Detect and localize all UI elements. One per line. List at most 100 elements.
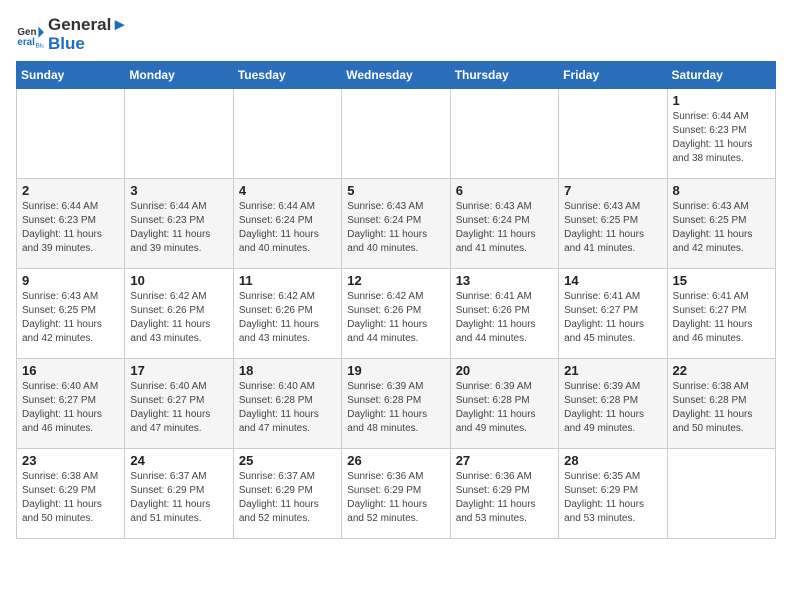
week-row-5: 23 Sunrise: 6:38 AM Sunset: 6:29 PM Dayli…	[17, 449, 776, 539]
day-info: Sunrise: 6:41 AM Sunset: 6:27 PM Dayligh…	[564, 290, 661, 346]
day-number: 15	[673, 273, 770, 288]
day-info: Sunrise: 6:43 AM Sunset: 6:25 PM Dayligh…	[22, 290, 119, 346]
logo-general-text: General►	[48, 16, 128, 35]
calendar-cell	[17, 89, 125, 179]
day-info: Sunrise: 6:42 AM Sunset: 6:26 PM Dayligh…	[239, 290, 336, 346]
day-number: 21	[564, 363, 661, 378]
calendar-cell: 12 Sunrise: 6:42 AM Sunset: 6:26 PM Dayli…	[342, 269, 450, 359]
calendar-cell: 20 Sunrise: 6:39 AM Sunset: 6:28 PM Dayli…	[450, 359, 558, 449]
day-number: 10	[130, 273, 227, 288]
calendar-cell: 8Sunrise: 6:43 AM Sunset: 6:25 PM Daylig…	[667, 179, 775, 269]
day-info: Sunrise: 6:42 AM Sunset: 6:26 PM Dayligh…	[130, 290, 227, 346]
day-number: 12	[347, 273, 444, 288]
calendar-cell: 22 Sunrise: 6:38 AM Sunset: 6:28 PM Dayli…	[667, 359, 775, 449]
svg-text:Blue: Blue	[36, 42, 44, 48]
calendar-cell: 4 Sunrise: 6:44 AM Sunset: 6:24 PM Daylig…	[233, 179, 341, 269]
day-number: 1	[673, 93, 770, 108]
day-number: 9	[22, 273, 119, 288]
day-info: Sunrise: 6:44 AM Sunset: 6:23 PM Dayligh…	[673, 110, 770, 166]
day-info: Sunrise: 6:44 AM Sunset: 6:23 PM Dayligh…	[130, 200, 227, 256]
day-number: 7	[564, 183, 661, 198]
day-number: 22	[673, 363, 770, 378]
calendar-cell: 21 Sunrise: 6:39 AM Sunset: 6:28 PM Dayli…	[559, 359, 667, 449]
day-number: 3	[130, 183, 227, 198]
svg-text:eral: eral	[17, 36, 35, 47]
day-number: 23	[22, 453, 119, 468]
calendar-cell	[450, 89, 558, 179]
day-number: 14	[564, 273, 661, 288]
header-tuesday: Tuesday	[233, 62, 341, 89]
day-number: 11	[239, 273, 336, 288]
day-info: Sunrise: 6:43 AM Sunset: 6:25 PM Dayligh…	[564, 200, 661, 256]
calendar-cell: 16 Sunrise: 6:40 AM Sunset: 6:27 PM Dayli…	[17, 359, 125, 449]
day-info: Sunrise: 6:43 AM Sunset: 6:24 PM Dayligh…	[456, 200, 553, 256]
calendar-cell: 28 Sunrise: 6:35 AM Sunset: 6:29 PM Dayli…	[559, 449, 667, 539]
day-info: Sunrise: 6:37 AM Sunset: 6:29 PM Dayligh…	[239, 470, 336, 526]
day-info: Sunrise: 6:42 AM Sunset: 6:26 PM Dayligh…	[347, 290, 444, 346]
calendar-cell: 17 Sunrise: 6:40 AM Sunset: 6:27 PM Dayli…	[125, 359, 233, 449]
day-info: Sunrise: 6:40 AM Sunset: 6:27 PM Dayligh…	[130, 380, 227, 436]
calendar-cell: 10 Sunrise: 6:42 AM Sunset: 6:26 PM Dayli…	[125, 269, 233, 359]
calendar-cell: 7 Sunrise: 6:43 AM Sunset: 6:25 PM Daylig…	[559, 179, 667, 269]
day-number: 17	[130, 363, 227, 378]
day-number: 16	[22, 363, 119, 378]
page-header: Gen eral Blue General► Blue	[16, 16, 776, 53]
day-number: 28	[564, 453, 661, 468]
day-info: Sunrise: 6:41 AM Sunset: 6:27 PM Dayligh…	[673, 290, 770, 346]
day-number: 5	[347, 183, 444, 198]
day-info: Sunrise: 6:44 AM Sunset: 6:23 PM Dayligh…	[22, 200, 119, 256]
day-info: Sunrise: 6:39 AM Sunset: 6:28 PM Dayligh…	[564, 380, 661, 436]
calendar-cell	[233, 89, 341, 179]
calendar-cell: 6Sunrise: 6:43 AM Sunset: 6:24 PM Daylig…	[450, 179, 558, 269]
calendar-cell: 9 Sunrise: 6:43 AM Sunset: 6:25 PM Daylig…	[17, 269, 125, 359]
week-row-4: 16 Sunrise: 6:40 AM Sunset: 6:27 PM Dayli…	[17, 359, 776, 449]
day-number: 19	[347, 363, 444, 378]
day-number: 8	[673, 183, 770, 198]
day-number: 18	[239, 363, 336, 378]
day-info: Sunrise: 6:43 AM Sunset: 6:24 PM Dayligh…	[347, 200, 444, 256]
day-number: 13	[456, 273, 553, 288]
day-info: Sunrise: 6:38 AM Sunset: 6:29 PM Dayligh…	[22, 470, 119, 526]
logo-blue-text: Blue	[48, 35, 128, 54]
day-number: 2	[22, 183, 119, 198]
calendar-cell: 25 Sunrise: 6:37 AM Sunset: 6:29 PM Dayli…	[233, 449, 341, 539]
day-info: Sunrise: 6:35 AM Sunset: 6:29 PM Dayligh…	[564, 470, 661, 526]
day-info: Sunrise: 6:40 AM Sunset: 6:27 PM Dayligh…	[22, 380, 119, 436]
header-thursday: Thursday	[450, 62, 558, 89]
day-info: Sunrise: 6:39 AM Sunset: 6:28 PM Dayligh…	[347, 380, 444, 436]
calendar-table: SundayMondayTuesdayWednesdayThursdayFrid…	[16, 61, 776, 539]
day-info: Sunrise: 6:41 AM Sunset: 6:26 PM Dayligh…	[456, 290, 553, 346]
calendar-cell	[342, 89, 450, 179]
day-info: Sunrise: 6:37 AM Sunset: 6:29 PM Dayligh…	[130, 470, 227, 526]
calendar-cell: 26Sunrise: 6:36 AM Sunset: 6:29 PM Dayli…	[342, 449, 450, 539]
day-info: Sunrise: 6:38 AM Sunset: 6:28 PM Dayligh…	[673, 380, 770, 436]
calendar-cell: 19 Sunrise: 6:39 AM Sunset: 6:28 PM Dayli…	[342, 359, 450, 449]
calendar-cell	[559, 89, 667, 179]
day-info: Sunrise: 6:39 AM Sunset: 6:28 PM Dayligh…	[456, 380, 553, 436]
calendar-cell: 23 Sunrise: 6:38 AM Sunset: 6:29 PM Dayli…	[17, 449, 125, 539]
day-number: 24	[130, 453, 227, 468]
day-number: 25	[239, 453, 336, 468]
logo-icon: Gen eral Blue	[16, 21, 44, 49]
header-friday: Friday	[559, 62, 667, 89]
calendar-cell: 2 Sunrise: 6:44 AM Sunset: 6:23 PM Daylig…	[17, 179, 125, 269]
calendar-header-row: SundayMondayTuesdayWednesdayThursdayFrid…	[17, 62, 776, 89]
day-info: Sunrise: 6:44 AM Sunset: 6:24 PM Dayligh…	[239, 200, 336, 256]
calendar-cell: 1 Sunrise: 6:44 AM Sunset: 6:23 PM Daylig…	[667, 89, 775, 179]
day-number: 4	[239, 183, 336, 198]
week-row-2: 2 Sunrise: 6:44 AM Sunset: 6:23 PM Daylig…	[17, 179, 776, 269]
calendar-cell: 24 Sunrise: 6:37 AM Sunset: 6:29 PM Dayli…	[125, 449, 233, 539]
header-monday: Monday	[125, 62, 233, 89]
calendar-cell: 11 Sunrise: 6:42 AM Sunset: 6:26 PM Dayli…	[233, 269, 341, 359]
calendar-cell: 5 Sunrise: 6:43 AM Sunset: 6:24 PM Daylig…	[342, 179, 450, 269]
day-number: 26	[347, 453, 444, 468]
calendar-cell: 27Sunrise: 6:36 AM Sunset: 6:29 PM Dayli…	[450, 449, 558, 539]
day-info: Sunrise: 6:36 AM Sunset: 6:29 PM Dayligh…	[456, 470, 553, 526]
logo: Gen eral Blue General► Blue	[16, 16, 128, 53]
calendar-cell	[125, 89, 233, 179]
week-row-3: 9 Sunrise: 6:43 AM Sunset: 6:25 PM Daylig…	[17, 269, 776, 359]
week-row-1: 1 Sunrise: 6:44 AM Sunset: 6:23 PM Daylig…	[17, 89, 776, 179]
day-number: 20	[456, 363, 553, 378]
header-saturday: Saturday	[667, 62, 775, 89]
day-info: Sunrise: 6:40 AM Sunset: 6:28 PM Dayligh…	[239, 380, 336, 436]
